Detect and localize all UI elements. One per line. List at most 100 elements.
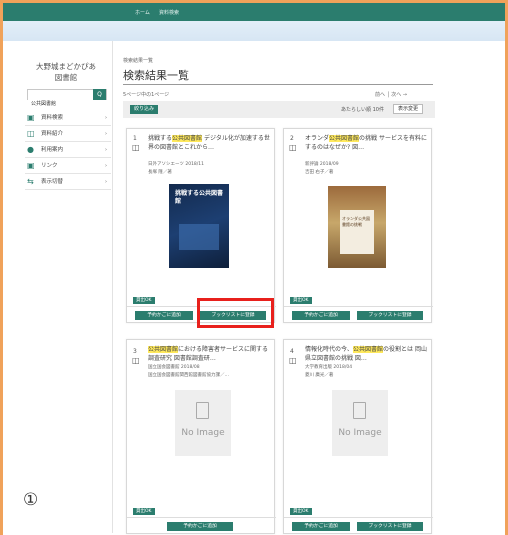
- book-icon: ◫: [289, 143, 297, 152]
- add-to-booklist-button[interactable]: ブックリストに登録: [357, 522, 423, 531]
- availability-badge: 貸出OK: [133, 297, 155, 304]
- link-icon: ▣: [27, 161, 35, 170]
- library-logo[interactable]: 大野城まどかぴあ 図書館: [25, 61, 107, 83]
- author: 長塚 隆／著: [148, 170, 172, 175]
- sidebar-menu: ▣ 資料検索 › ◫ 資料紹介 › ● 利用案内 › ▣ リンク › ⇆ 表示切: [25, 110, 111, 190]
- no-image-placeholder: No Image: [332, 390, 388, 456]
- availability-badge: 貸出OK: [290, 297, 312, 304]
- author: 国立国会図書館関西館図書館協力課／…: [148, 373, 229, 378]
- no-image-text: No Image: [338, 428, 382, 438]
- pager[interactable]: 前へ │ 次へ →: [375, 91, 407, 98]
- sidebar-item-label: 資料紹介: [41, 131, 64, 137]
- no-image-placeholder: No Image: [175, 390, 231, 456]
- sidebar-item-links[interactable]: ▣ リンク ›: [25, 158, 111, 174]
- top-navigation-bar: ホーム 資料検索: [3, 3, 505, 21]
- library-name-line2: 図書館: [54, 73, 78, 82]
- result-number: 1: [133, 135, 137, 142]
- title-text: 挑戦する: [148, 135, 173, 142]
- header-strip: [3, 21, 505, 41]
- card-divider: [284, 306, 433, 307]
- availability-badge: 貸出OK: [133, 508, 155, 515]
- book-icon: ◫: [289, 356, 297, 365]
- document-icon: [353, 402, 366, 419]
- search-icon: Q: [97, 91, 102, 98]
- result-number: 2: [290, 135, 294, 142]
- publisher-date: 大学教育出版 2018/04: [305, 365, 353, 370]
- chevron-right-icon: ›: [105, 115, 107, 121]
- page-info: 5ページ中の1ページ: [123, 92, 170, 98]
- cover-photo: [179, 224, 219, 250]
- result-title[interactable]: 情報化時代の今、公共図書館の役割とは 岡山県立図書館の挑戦 図…: [305, 345, 427, 363]
- document-icon: [196, 402, 209, 419]
- results-toolbar: 絞り込み あたらしい順 10件 表示変更: [123, 101, 435, 118]
- add-to-reservation-button[interactable]: 予約かごに追加: [135, 311, 193, 320]
- author: 吉田 右子／著: [305, 170, 334, 175]
- result-title[interactable]: 挑戦する公共図書館 デジタル化が加速する世界の図書館とこれから…: [148, 134, 270, 152]
- title-text: オランダ: [305, 135, 330, 142]
- search-button[interactable]: Q: [93, 89, 106, 100]
- chevron-right-icon: ›: [105, 131, 107, 137]
- title-highlight: 公共図書館: [329, 135, 360, 142]
- result-title[interactable]: 公共図書館における障害者サービスに関する調査研究 図書館調査研…: [148, 345, 270, 363]
- page-title: 検索結果一覧: [123, 69, 189, 82]
- result-card[interactable]: 2 ◫ オランダ公共図書館の挑戦 サービスを有料にするのはなぜか? 図… 新評論…: [283, 128, 433, 323]
- open-book-icon: ◫: [27, 129, 35, 138]
- publisher-date: 国立国会図書館 2018/08: [148, 365, 200, 370]
- availability-badge: 貸出OK: [290, 508, 312, 515]
- sidebar-item-label: 表示切替: [41, 179, 64, 185]
- sidebar-item-display-toggle[interactable]: ⇆ 表示切替 ›: [25, 174, 111, 190]
- library-name-line1: 大野城まどかぴあ: [36, 62, 96, 71]
- result-number: 4: [290, 348, 294, 355]
- title-highlight: 公共図書館: [353, 346, 384, 353]
- result-card[interactable]: 4 ◫ 情報化時代の今、公共図書館の役割とは 岡山県立図書館の挑戦 図… 大学教…: [283, 339, 433, 534]
- add-to-booklist-button[interactable]: ブックリストに登録: [357, 311, 423, 320]
- toggle-icon: ⇆: [27, 177, 34, 186]
- sidebar: 大野城まどかぴあ 図書館 Q ▣ 資料検索 › ◫ 資料紹介 › ● 利用案内 …: [17, 41, 113, 533]
- result-card[interactable]: 1 ◫ 挑戦する公共図書館 デジタル化が加速する世界の図書館とこれから… 日外ア…: [126, 128, 276, 323]
- card-divider: [127, 517, 276, 518]
- result-number: 3: [133, 348, 137, 355]
- sidebar-item-guide[interactable]: ● 利用案内 ›: [25, 142, 111, 158]
- search-input[interactable]: [28, 99, 94, 108]
- callout-highlight-box: [197, 298, 274, 328]
- no-image-text: No Image: [181, 428, 225, 438]
- nav-home-link[interactable]: ホーム: [135, 9, 150, 16]
- book-icon: ◫: [132, 356, 140, 365]
- chevron-right-icon: ›: [105, 179, 107, 185]
- book-cover[interactable]: オランダ公共図書館の挑戦: [328, 186, 386, 268]
- card-divider: [284, 517, 433, 518]
- author: 菱川 廣光／著: [305, 373, 334, 378]
- sidebar-item-label: 利用案内: [41, 147, 64, 153]
- main-content: 検索結果一覧 検索結果一覧 5ページ中の1ページ 前へ │ 次へ → 絞り込み …: [123, 41, 505, 535]
- annotation-number: ①: [23, 490, 39, 510]
- publisher-date: 新評論 2018/09: [305, 162, 339, 167]
- publisher-date: 日外アソシエーツ 2018/11: [148, 162, 205, 167]
- book-cover[interactable]: 挑戦する公共図書館: [169, 184, 229, 268]
- result-title[interactable]: オランダ公共図書館の挑戦 サービスを有料にするのはなぜか? 図…: [305, 134, 427, 152]
- sidebar-item-search[interactable]: ▣ 資料検索 ›: [25, 110, 111, 126]
- sort-per-page-label: あたらしい順 10件: [341, 107, 384, 113]
- nav-search-link[interactable]: 資料検索: [159, 9, 179, 16]
- chevron-right-icon: ›: [105, 147, 107, 153]
- add-to-reservation-button[interactable]: 予約かごに追加: [292, 311, 350, 320]
- result-card[interactable]: 3 ◫ 公共図書館における障害者サービスに関する調査研究 図書館調査研… 国立国…: [126, 339, 276, 534]
- title-highlight: 公共図書館: [172, 135, 203, 142]
- refine-button[interactable]: 絞り込み: [130, 105, 158, 114]
- cover-title: 挑戦する公共図書館: [175, 190, 224, 205]
- sidebar-search: Q: [27, 89, 107, 108]
- sidebar-item-label: 資料検索: [41, 115, 64, 121]
- app-frame: ホーム 資料検索 大野城まどかぴあ 図書館 Q ▣ 資料検索 › ◫ 資料紹介 …: [0, 0, 508, 535]
- book-search-icon: ▣: [27, 113, 35, 122]
- change-display-button[interactable]: 表示変更: [393, 104, 423, 114]
- cover-title: オランダ公共図書館の挑戦: [342, 216, 370, 227]
- sidebar-item-introduction[interactable]: ◫ 資料紹介 ›: [25, 126, 111, 142]
- breadcrumb: 検索結果一覧: [123, 58, 154, 64]
- title-text: 情報化時代の今、: [305, 346, 354, 353]
- title-divider: [123, 84, 433, 85]
- sidebar-item-label: リンク: [41, 163, 58, 169]
- person-icon: ●: [27, 145, 34, 154]
- chevron-right-icon: ›: [105, 163, 107, 169]
- add-to-reservation-button[interactable]: 予約かごに追加: [292, 522, 350, 531]
- title-highlight: 公共図書館: [148, 346, 179, 353]
- add-to-reservation-button[interactable]: 予約かごに追加: [167, 522, 233, 531]
